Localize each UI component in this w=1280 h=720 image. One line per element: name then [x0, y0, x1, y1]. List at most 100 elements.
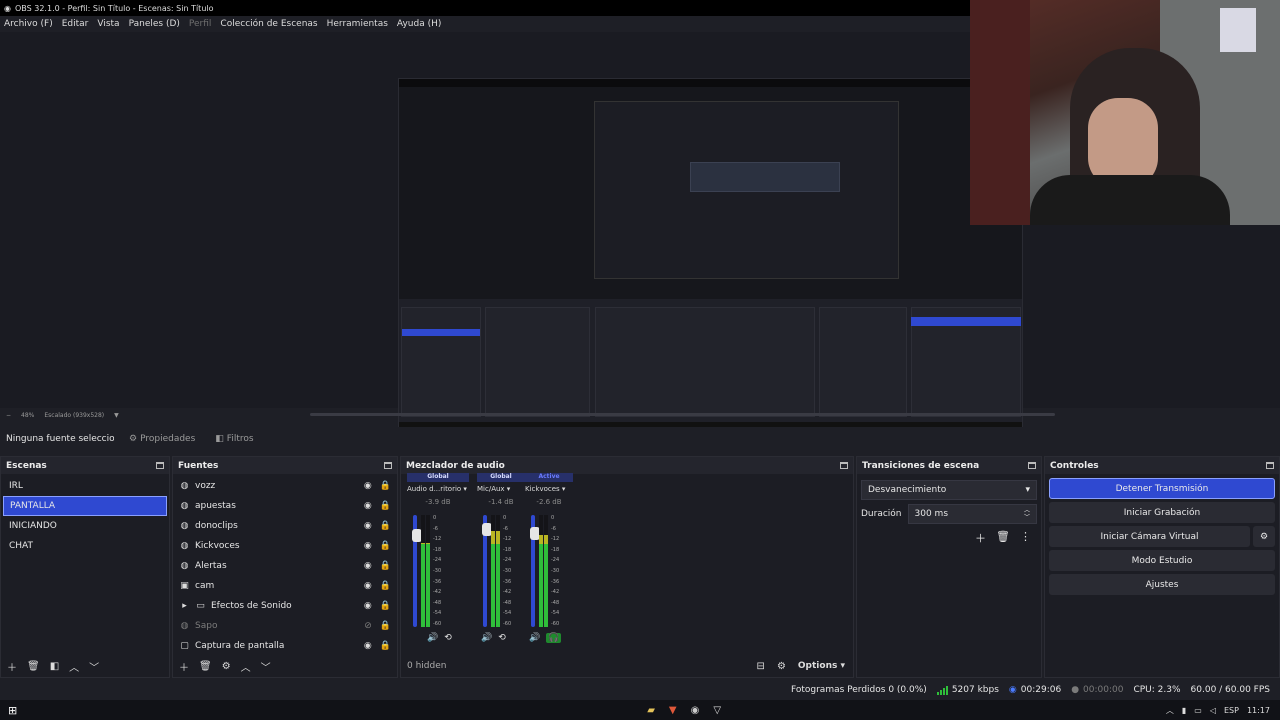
source-item[interactable]: ▣ cam ◉ 🔒: [173, 576, 397, 596]
source-settings-button[interactable]: ⚙: [222, 661, 231, 672]
speaker-icon[interactable]: 🔊: [427, 633, 438, 643]
eye-icon[interactable]: ◉: [364, 501, 372, 511]
eye-hidden-icon[interactable]: ⊘: [364, 621, 372, 631]
transition-select[interactable]: Desvanecimiento ▾: [861, 480, 1037, 500]
eye-icon[interactable]: ◉: [364, 521, 372, 531]
options-button[interactable]: Options ▾: [798, 661, 845, 671]
move-up-button[interactable]: ︿: [241, 659, 251, 674]
volume-icon[interactable]: ◁: [1210, 706, 1216, 715]
source-item[interactable]: ◍ donoclips ◉ 🔒: [173, 516, 397, 536]
language-indicator[interactable]: ESP: [1224, 706, 1239, 715]
eye-icon[interactable]: ◉: [364, 581, 372, 591]
duration-spinbox[interactable]: 300 ms ︿ ﹀: [907, 504, 1037, 524]
volume-slider[interactable]: [412, 515, 422, 627]
zoom-out-button[interactable]: −: [6, 412, 11, 419]
menu-ayuda[interactable]: Ayuda (H): [397, 19, 441, 29]
file-explorer-icon[interactable]: ▰: [647, 705, 655, 716]
remove-source-button[interactable]: 🗑: [199, 661, 212, 672]
volume-slider[interactable]: [530, 515, 540, 627]
source-item[interactable]: ▢ Captura de pantalla ◉ 🔒: [173, 636, 397, 656]
preview-scrollbar[interactable]: [310, 413, 1055, 416]
advanced-audio-icon[interactable]: ⚙: [777, 661, 786, 672]
menu-herramientas[interactable]: Herramientas: [327, 19, 388, 29]
start-virtual-camera-button[interactable]: Iniciar Cámara Virtual: [1049, 526, 1250, 547]
remove-scene-button[interactable]: 🗑: [27, 661, 40, 672]
network-icon[interactable]: ▭: [1194, 706, 1202, 715]
filters-button[interactable]: ◧ Filtros: [210, 431, 258, 447]
menu-vista[interactable]: Vista: [97, 19, 119, 29]
scene-item-pantalla[interactable]: PANTALLA: [3, 496, 167, 516]
scaling-dropdown-icon[interactable]: ▼: [114, 412, 119, 419]
eye-icon[interactable]: ◉: [364, 541, 372, 551]
add-transition-button[interactable]: ＋: [975, 530, 986, 546]
menu-editar[interactable]: Editar: [62, 19, 89, 29]
lock-icon[interactable]: 🔒: [380, 641, 391, 651]
source-item[interactable]: ◍ vozz ◉ 🔒: [173, 476, 397, 496]
monitor-icon[interactable]: ⟲: [498, 633, 506, 643]
clock[interactable]: 11:17: [1247, 706, 1270, 715]
studio-mode-button[interactable]: Modo Estudio: [1049, 550, 1275, 571]
source-item[interactable]: ◍ Kickvoces ◉ 🔒: [173, 536, 397, 556]
preview-canvas[interactable]: [0, 0, 1280, 433]
properties-button[interactable]: ⚙ Propiedades: [124, 431, 200, 447]
add-source-button[interactable]: ＋: [179, 659, 189, 674]
lock-icon[interactable]: 🔒: [380, 601, 391, 611]
undock-icon[interactable]: [384, 462, 392, 469]
source-group-item[interactable]: ▸ ▭ Efectos de Sonido ◉ 🔒: [173, 596, 397, 616]
remove-transition-button[interactable]: 🗑: [996, 530, 1010, 546]
lock-icon[interactable]: 🔒: [380, 581, 391, 591]
undock-icon[interactable]: [156, 462, 164, 469]
obs-taskbar-icon[interactable]: ◉: [691, 705, 700, 716]
channel-name[interactable]: Kickvoces ▾: [525, 485, 573, 493]
microphone-icon[interactable]: ▮: [1182, 706, 1186, 715]
menu-paneles[interactable]: Paneles (D): [129, 19, 180, 29]
virtual-camera-settings-button[interactable]: ⚙: [1253, 526, 1275, 547]
undock-icon[interactable]: [1266, 462, 1274, 469]
menu-coleccion-escenas[interactable]: Colección de Escenas: [220, 19, 317, 29]
eye-icon[interactable]: ◉: [364, 481, 372, 491]
channel-name[interactable]: Mic/Aux ▾: [477, 485, 525, 493]
start-recording-button[interactable]: Iniciar Grabación: [1049, 502, 1275, 523]
transition-menu-button[interactable]: ⋮: [1020, 530, 1031, 546]
spin-arrows-icon[interactable]: ︿ ﹀: [1024, 507, 1030, 521]
speaker-icon[interactable]: 🔊: [481, 633, 492, 643]
eye-icon[interactable]: ◉: [364, 641, 372, 651]
volume-slider[interactable]: [482, 515, 492, 627]
undock-icon[interactable]: [1028, 462, 1036, 469]
eye-icon[interactable]: ◉: [364, 561, 372, 571]
menu-archivo[interactable]: Archivo (F): [4, 19, 53, 29]
channel-name[interactable]: Audio d...ritorio ▾: [407, 485, 469, 493]
chevron-right-icon[interactable]: ▸: [179, 601, 190, 612]
scaling-mode[interactable]: Escalado (939x528): [44, 412, 104, 419]
move-down-button[interactable]: ﹀: [261, 659, 271, 674]
brave-browser-icon[interactable]: ▼: [669, 705, 677, 716]
scene-item-chat[interactable]: CHAT: [3, 536, 167, 556]
lock-icon[interactable]: 🔒: [380, 561, 391, 571]
lock-icon[interactable]: 🔒: [380, 621, 391, 631]
add-scene-button[interactable]: ＋: [7, 659, 17, 674]
source-item[interactable]: ◍ Alertas ◉ 🔒: [173, 556, 397, 576]
menu-perfil[interactable]: Perfil: [189, 19, 212, 29]
lock-icon[interactable]: 🔒: [380, 501, 391, 511]
layout-toggle-icon[interactable]: ⊟: [757, 661, 765, 672]
windows-start-icon[interactable]: ⊞: [0, 704, 17, 717]
undock-icon[interactable]: [840, 462, 848, 469]
stop-stream-button[interactable]: Detener Transmisión: [1049, 478, 1275, 499]
scene-filters-button[interactable]: ◧: [50, 661, 59, 672]
source-item[interactable]: ◍ apuestas ◉ 🔒: [173, 496, 397, 516]
settings-button[interactable]: Ajustes: [1049, 574, 1275, 595]
source-item[interactable]: ◍ Sapo ⊘ 🔒: [173, 616, 397, 636]
headphones-icon[interactable]: 🎧: [546, 633, 562, 643]
chevron-up-icon[interactable]: ︿: [1166, 705, 1174, 716]
monitor-icon[interactable]: ⟲: [444, 633, 452, 643]
eye-icon[interactable]: ◉: [364, 601, 372, 611]
scene-item-iniciando[interactable]: INICIANDO: [3, 516, 167, 536]
lock-icon[interactable]: 🔒: [380, 521, 391, 531]
app-taskbar-icon[interactable]: ▽: [713, 705, 721, 716]
speaker-icon[interactable]: 🔊: [529, 633, 540, 643]
lock-icon[interactable]: 🔒: [380, 541, 391, 551]
move-down-button[interactable]: ﹀: [89, 659, 99, 674]
scene-item-irl[interactable]: IRL: [3, 476, 167, 496]
move-up-button[interactable]: ︿: [69, 659, 79, 674]
lock-icon[interactable]: 🔒: [380, 481, 391, 491]
